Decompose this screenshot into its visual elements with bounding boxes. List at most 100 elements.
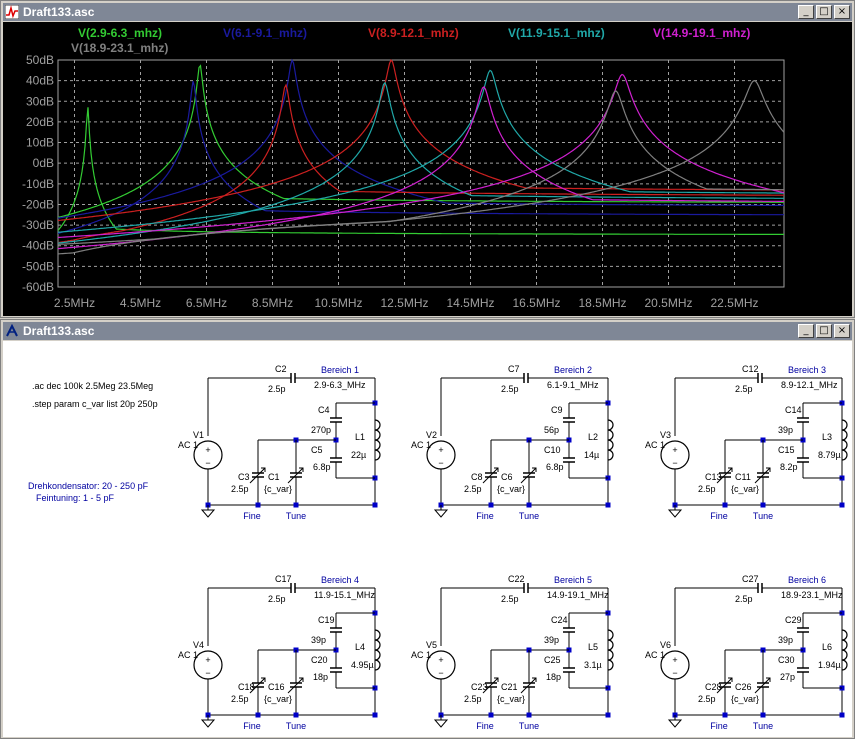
source-type: AC 1 xyxy=(411,440,431,450)
series-line[interactable] xyxy=(57,107,784,235)
ground-symbol xyxy=(667,719,683,728)
ground-symbol xyxy=(433,509,449,518)
fine-net-label: Fine xyxy=(476,721,494,731)
fine-cap-name: C23 xyxy=(471,682,488,692)
tank-bottom-name: C5 xyxy=(311,445,323,455)
junction xyxy=(526,502,532,508)
close-button[interactable]: × xyxy=(834,324,850,338)
legend-entry[interactable]: V(2.9-6.3_mhz) xyxy=(78,26,162,40)
x-tick-label: 12.5MHz xyxy=(380,296,428,310)
junction xyxy=(372,712,378,718)
step-directive[interactable]: .step param c_var list 20p 250p xyxy=(32,399,158,409)
inductor-coil xyxy=(841,419,848,461)
series-line[interactable] xyxy=(57,69,784,233)
resonator-stage[interactable]: + − Bereich 5 14.9-19.1_MHz C22 2.5p C24 39p C25… xyxy=(411,574,614,731)
series-line[interactable] xyxy=(57,80,784,234)
inductor-name: L2 xyxy=(588,432,598,442)
maximize-button[interactable]: □ xyxy=(816,5,832,19)
resonator-stage[interactable]: + − Bereich 2 6.1-9.1_MHz C7 2.5p C9 56p C10 6.8p… xyxy=(411,364,614,521)
coupling-cap-value: 2.5p xyxy=(268,384,286,394)
junction xyxy=(839,712,845,718)
band-label: 2.9-6.3_MHz xyxy=(314,380,366,390)
tank-bottom-name: C25 xyxy=(544,655,561,665)
tune-net-label: Tune xyxy=(753,721,773,731)
legend-entry[interactable]: V(14.9-19.1_mhz) xyxy=(653,26,750,40)
tune-net-label: Tune xyxy=(519,721,539,731)
series-line[interactable] xyxy=(57,86,784,250)
inductor-value: 3.1µ xyxy=(584,660,602,670)
schematic-window-titlebar[interactable]: Draft133.asc _ □ × xyxy=(3,322,852,340)
bereich-label: Bereich 4 xyxy=(321,575,359,585)
tank-bottom-value: 6.8p xyxy=(546,462,564,472)
tank-bottom-value: 18p xyxy=(313,672,328,682)
plot-window-titlebar[interactable]: Draft133.asc _ □ × xyxy=(3,3,852,21)
schematic-icon xyxy=(6,324,18,337)
minus-sign: − xyxy=(205,458,210,468)
resonator-stage[interactable]: + − Bereich 6 18.9-23.1_MHz C27 2.5p C29 39p C30… xyxy=(645,574,848,731)
bereich-label: Bereich 5 xyxy=(554,575,592,585)
coupling-cap-name: C2 xyxy=(275,364,287,374)
note-feintuning: Feintuning: 1 - 5 pF xyxy=(36,493,115,503)
ac-directive[interactable]: .ac dec 100k 2.5Meg 23.5Meg xyxy=(32,381,153,391)
coupling-cap-name: C27 xyxy=(742,574,759,584)
legend-entry[interactable]: V(6.1-9.1_mhz) xyxy=(223,26,307,40)
schematic-canvas[interactable]: .ac dec 100k 2.5Meg 23.5Meg .step param … xyxy=(3,341,852,737)
fine-cap-value: 2.5p xyxy=(231,694,249,704)
resonator-stage[interactable]: + − Bereich 1 2.9-6.3_MHz C2 2.5p C4 270p C5 6.8p… xyxy=(178,364,381,521)
junction xyxy=(839,502,845,508)
tank-top-value: 270p xyxy=(311,425,331,435)
maximize-button[interactable]: □ xyxy=(816,324,832,338)
tank-top-name: C4 xyxy=(318,405,330,415)
fine-cap-name: C18 xyxy=(238,682,255,692)
legend-entry[interactable]: V(8.9-12.1_mhz) xyxy=(368,26,459,40)
source-name: V4 xyxy=(193,640,204,650)
tank-top-value: 39p xyxy=(778,425,793,435)
schematic-window: Draft133.asc _ □ × .ac dec 100k 2.5Meg 23.… xyxy=(0,319,855,739)
legend-entry[interactable]: V(18.9-23.1_mhz) xyxy=(71,41,168,55)
minimize-button[interactable]: _ xyxy=(798,324,814,338)
inductor-coil xyxy=(374,629,381,671)
tank-top-name: C24 xyxy=(551,615,568,625)
waveform-pane[interactable]: 50dB 40dB 30dB 20dB 10dB 0dB -10dB -20dB -30dB -4… xyxy=(3,22,852,316)
y-tick-label: -20dB xyxy=(22,197,54,211)
coupling-cap-name: C12 xyxy=(742,364,759,374)
tank-bottom-value: 27p xyxy=(780,672,795,682)
junction xyxy=(293,712,299,718)
source-name: V1 xyxy=(193,430,204,440)
inductor-value: 14µ xyxy=(584,450,599,460)
coupling-cap-value: 2.5p xyxy=(268,594,286,604)
junction xyxy=(255,502,261,508)
ground-symbol xyxy=(433,719,449,728)
tune-cap-name: C1 xyxy=(268,472,280,482)
tank-top-value: 39p xyxy=(544,635,559,645)
tune-cap-name: C6 xyxy=(501,472,513,482)
junction xyxy=(760,712,766,718)
plus-sign: + xyxy=(672,445,677,455)
coupling-cap-value: 2.5p xyxy=(501,594,519,604)
inductor-coil xyxy=(374,419,381,461)
fine-cap-name: C8 xyxy=(471,472,483,482)
tune-cap-name: C26 xyxy=(735,682,752,692)
legend-entry[interactable]: V(11.9-15.1_mhz) xyxy=(508,26,605,40)
resonator-stage[interactable]: + − Bereich 3 8.9-12.1_MHz C12 2.5p C14 39p C15 8… xyxy=(645,364,848,521)
minimize-button[interactable]: _ xyxy=(798,5,814,19)
y-tick-label: 40dB xyxy=(26,74,54,88)
inductor-value: 4.95µ xyxy=(351,660,374,670)
coupling-cap-name: C17 xyxy=(275,574,292,584)
bereich-label: Bereich 3 xyxy=(788,365,826,375)
fine-cap-value: 2.5p xyxy=(231,484,249,494)
source-type: AC 1 xyxy=(178,650,198,660)
waveform-chart[interactable]: 50dB 40dB 30dB 20dB 10dB 0dB -10dB -20dB -30dB -4… xyxy=(3,22,852,316)
junction xyxy=(605,712,611,718)
inductor-coil xyxy=(841,629,848,671)
minus-sign: − xyxy=(672,458,677,468)
junction xyxy=(526,712,532,718)
fine-net-label: Fine xyxy=(243,721,261,731)
fine-net-label: Fine xyxy=(476,511,494,521)
coupling-cap-value: 2.5p xyxy=(735,384,753,394)
fine-cap-value: 2.5p xyxy=(698,484,716,494)
close-button[interactable]: × xyxy=(834,5,850,19)
schematic-drawing[interactable]: .ac dec 100k 2.5Meg 23.5Meg .step param … xyxy=(3,341,852,737)
resonator-stage[interactable]: + − Bereich 4 11.9-15.1_MHz C17 2.5p C19 39p C20… xyxy=(178,574,381,731)
junction xyxy=(722,502,728,508)
